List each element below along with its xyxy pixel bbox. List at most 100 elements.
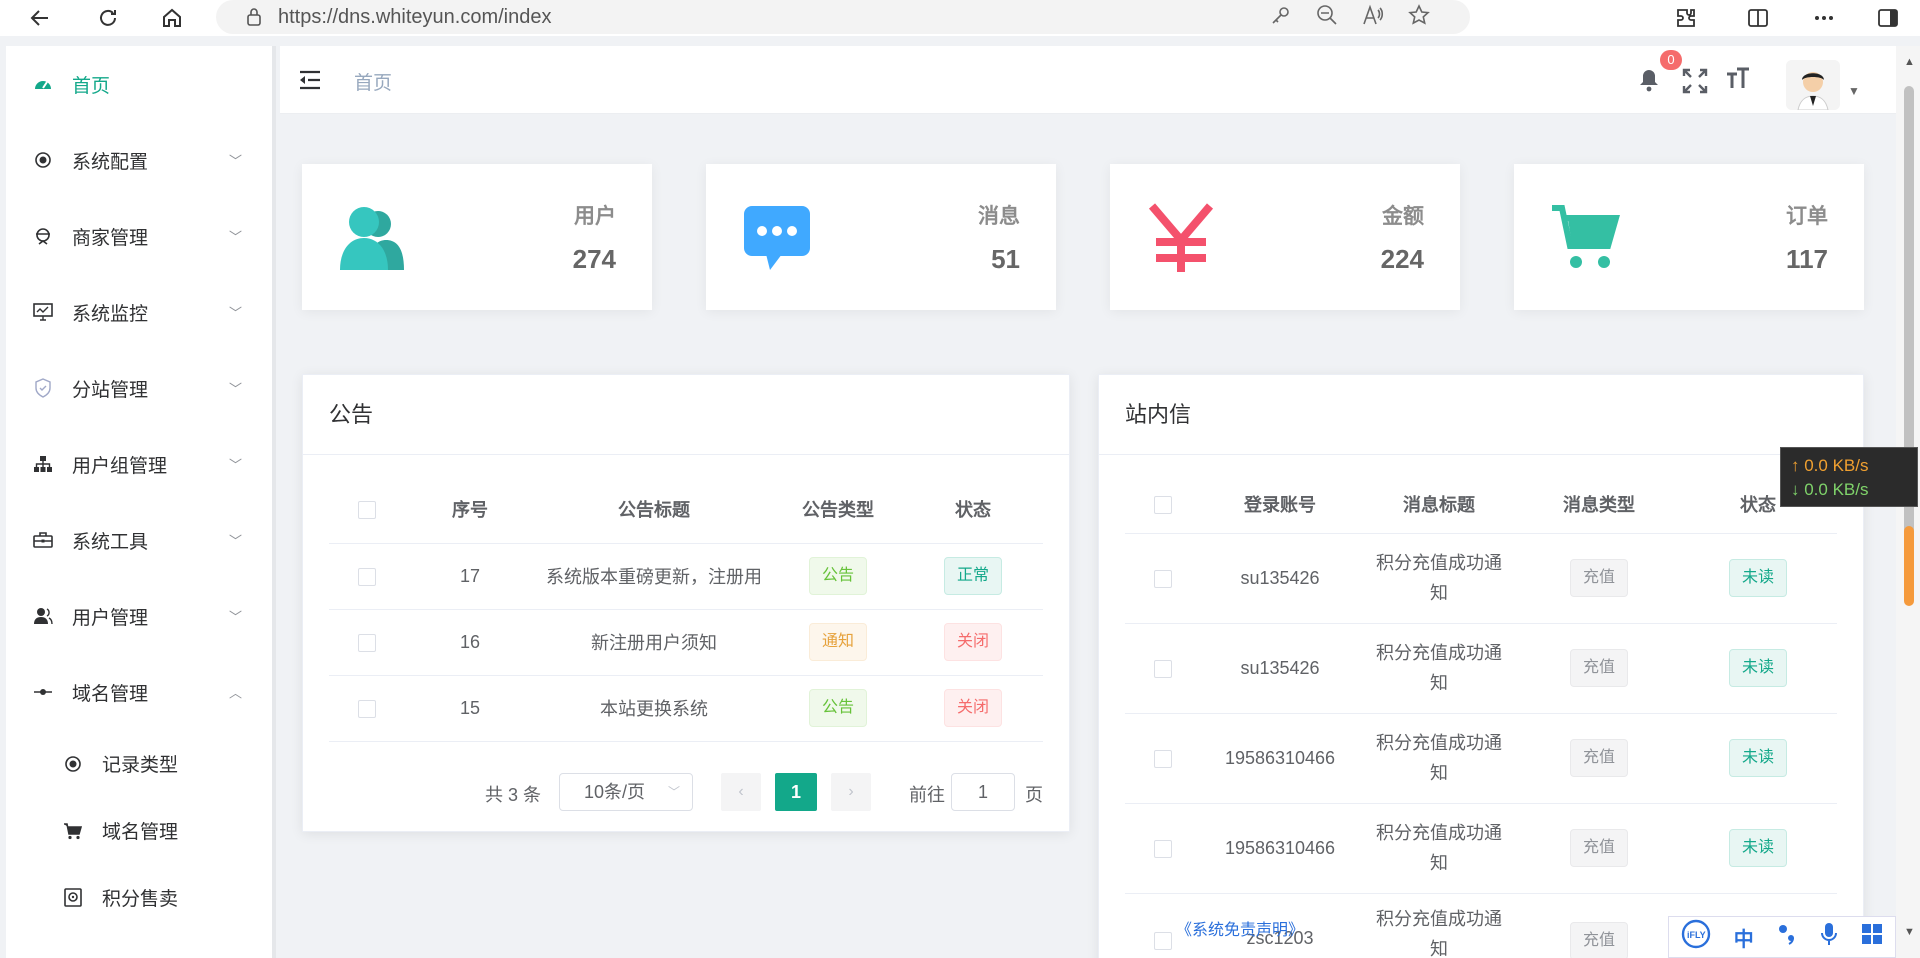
split-screen-icon[interactable] <box>1740 0 1776 36</box>
select-all-checkbox[interactable] <box>358 500 376 519</box>
row-checkbox[interactable] <box>1154 931 1172 950</box>
sidebar-item-label: 分站管理 <box>72 379 149 401</box>
font-size-icon[interactable] <box>1726 66 1750 97</box>
current-page-button[interactable]: 1 <box>775 773 817 811</box>
status-badge: 未读 <box>1728 649 1787 687</box>
table-header: 序号 <box>405 475 535 544</box>
cell-title-line: 知 <box>1430 583 1448 603</box>
sidebar-subitem-record-type[interactable]: 记录类型 <box>6 730 272 797</box>
caret-down-icon[interactable]: ▼ <box>1848 84 1860 98</box>
upload-speed: ↑ 0.0 KB/s <box>1791 456 1869 475</box>
table-row[interactable]: su135426 积分充值成功通知 充值 未读 <box>1125 533 1837 624</box>
back-icon[interactable] <box>22 0 58 36</box>
ime-mode-toggle[interactable]: 中 <box>1734 923 1754 952</box>
radio-dot-icon <box>62 755 84 773</box>
table-row[interactable]: 16 新注册用户须知 通知 关闭 <box>329 609 1043 676</box>
sidebar-item-monitor[interactable]: 系统监控 ﹀ <box>6 274 272 350</box>
table-row[interactable]: 15 本站更换系统 公告 关闭 <box>329 675 1043 742</box>
stat-card-messages[interactable]: 消息 51 <box>706 164 1056 310</box>
apps-grid-icon[interactable] <box>1861 923 1883 951</box>
table-row[interactable]: 19586310466 积分充值成功通知 充值 未读 <box>1125 803 1837 894</box>
bell-icon[interactable] <box>1638 68 1660 97</box>
prev-page-button[interactable]: ‹ <box>721 773 761 811</box>
row-checkbox[interactable] <box>1154 569 1172 588</box>
zoom-out-icon[interactable] <box>1316 4 1338 31</box>
stat-value: 117 <box>1786 244 1828 274</box>
sidebar-item-tools[interactable]: 系统工具 ﹀ <box>6 502 272 578</box>
type-tag: 公告 <box>808 557 867 595</box>
key-icon[interactable] <box>1270 4 1292 31</box>
scroll-indicator <box>1904 526 1914 606</box>
sidebar-item-system-config[interactable]: 系统配置 ﹀ <box>6 122 272 198</box>
chevron-down-icon: ﹀ <box>667 785 680 799</box>
favorite-star-icon[interactable] <box>1408 3 1430 31</box>
sidebar-item-merchant[interactable]: 商家管理 ﹀ <box>6 198 272 274</box>
table-row[interactable]: su135426 积分充值成功通知 充值 未读 <box>1125 623 1837 714</box>
cell-account: su135426 <box>1201 533 1359 624</box>
goto-label: 前往 <box>909 785 945 805</box>
status-badge: 未读 <box>1728 559 1787 597</box>
punctuation-icon[interactable] <box>1777 923 1797 951</box>
sidebar-item-usergroup[interactable]: 用户组管理 ﹀ <box>6 426 272 502</box>
disclaimer-link[interactable]: 《系统免责声明》 <box>1176 916 1304 940</box>
sidebar-subitem-domain-manage[interactable]: 域名管理 <box>6 797 272 864</box>
address-bar[interactable]: https://dns.whiteyun.com/index <box>216 0 1470 34</box>
row-checkbox[interactable] <box>1154 749 1172 768</box>
select-all-checkbox[interactable] <box>1154 495 1172 514</box>
stat-card-users[interactable]: 用户 274 <box>302 164 652 310</box>
goto-page-input[interactable]: 1 <box>951 773 1015 811</box>
row-checkbox[interactable] <box>1154 839 1172 858</box>
sidebar-toggle-icon[interactable] <box>1870 0 1906 36</box>
page-size-select[interactable]: 10条/页 ﹀ <box>559 773 693 811</box>
cell-title-line: 积分充值成功通 <box>1376 733 1502 753</box>
yen-icon <box>1146 202 1216 279</box>
extensions-icon[interactable] <box>1668 0 1704 36</box>
org-tree-icon <box>32 455 54 473</box>
table-header: 公告类型 <box>773 475 903 544</box>
type-tag: 充值 <box>1569 921 1628 958</box>
cell-title-line: 积分充值成功通 <box>1376 553 1502 573</box>
sidebar-item-substation[interactable]: 分站管理 ﹀ <box>6 350 272 426</box>
domain-icon <box>32 687 54 697</box>
sidebar-subitem-label: 积分售卖 <box>102 889 179 910</box>
next-page-button[interactable]: › <box>831 773 871 811</box>
stat-card-amount[interactable]: 金额 224 <box>1110 164 1460 310</box>
menu-fold-icon[interactable] <box>298 70 322 95</box>
more-menu-icon[interactable] <box>1806 0 1842 36</box>
sidebar-item-home[interactable]: 首页 <box>6 46 272 122</box>
scroll-up-icon[interactable]: ▲ <box>1904 56 1915 68</box>
fullscreen-icon[interactable] <box>1682 68 1708 99</box>
cell-title-line: 知 <box>1430 763 1448 783</box>
ifly-logo-icon[interactable]: iFLY <box>1681 919 1711 955</box>
scroll-down-icon[interactable]: ▼ <box>1904 926 1915 938</box>
sidebar-item-label: 系统工具 <box>72 531 149 553</box>
merchant-icon <box>32 227 54 245</box>
sidebar-item-label: 用户组管理 <box>72 455 168 477</box>
cell-title: 系统版本重磅更新，注册用 <box>546 567 762 587</box>
row-checkbox[interactable] <box>358 633 376 652</box>
stat-card-orders[interactable]: 订单 117 <box>1514 164 1864 310</box>
home-icon[interactable] <box>154 0 190 36</box>
status-badge: 正常 <box>943 557 1002 595</box>
read-aloud-icon[interactable] <box>1362 4 1384 31</box>
avatar[interactable] <box>1786 60 1840 110</box>
table-row[interactable]: 17 系统版本重磅更新，注册用 公告 正常 <box>329 543 1043 610</box>
cell-title: 积分充值成功通知 <box>1359 533 1519 624</box>
row-checkbox[interactable] <box>1154 659 1172 678</box>
sidebar-subitem-points-sale[interactable]: 积分售卖 <box>6 864 272 931</box>
cell-title: 积分充值成功通知 <box>1359 893 1519 958</box>
microphone-icon[interactable] <box>1820 922 1838 952</box>
row-checkbox[interactable] <box>358 567 376 586</box>
dashboard-icon <box>32 75 54 93</box>
cell-title: 本站更换系统 <box>535 675 773 742</box>
cell-title-line: 积分充值成功通 <box>1376 643 1502 663</box>
panel-title: 站内信 <box>1099 375 1863 455</box>
type-tag: 充值 <box>1569 829 1628 867</box>
sidebar-item-domain[interactable]: 域名管理 ︿ <box>6 654 272 730</box>
breadcrumb: 首页 <box>354 73 393 94</box>
table-header: 状态 <box>903 475 1043 544</box>
table-row[interactable]: 19586310466 积分充值成功通知 充值 未读 <box>1125 713 1837 804</box>
row-checkbox[interactable] <box>358 699 376 718</box>
sidebar-item-users[interactable]: 用户管理 ﹀ <box>6 578 272 654</box>
refresh-icon[interactable] <box>90 0 126 36</box>
